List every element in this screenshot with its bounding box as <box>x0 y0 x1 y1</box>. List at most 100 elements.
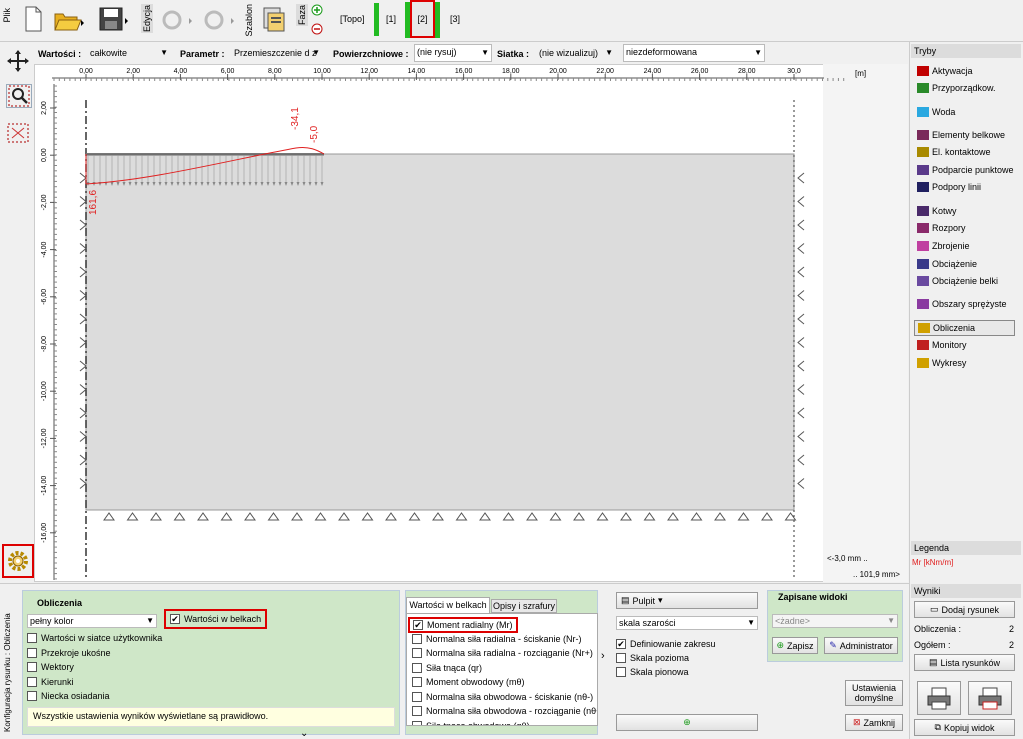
settings-icon[interactable] <box>2 544 34 578</box>
mode-item-13[interactable]: Obliczenia <box>914 320 1015 336</box>
zoom-extents-icon[interactable] <box>6 122 30 144</box>
save-view-button[interactable]: ⊕ Zapisz <box>772 637 818 654</box>
zoom-icon[interactable] <box>6 84 32 108</box>
calc-option-label: Wartości w siatce użytkownika <box>41 633 163 643</box>
parameter-dropdown[interactable]: Przemieszczenie d z ▼ <box>231 46 323 60</box>
checkbox-unchecked <box>616 667 626 677</box>
add-phase-icon[interactable] <box>310 3 324 17</box>
mode-item-11[interactable]: Obciążenie belki <box>917 276 998 286</box>
beam-option-checkbox[interactable]: Normalna siła obwodowa - ściskanie (nθ-) <box>412 691 593 702</box>
save-file-icon[interactable] <box>96 4 132 34</box>
values-dropdown[interactable]: całkowite ▼ <box>87 46 171 60</box>
add-legend-button[interactable]: ⊕ <box>616 714 758 731</box>
calc-option-checkbox[interactable]: Przekroje ukośne <box>27 647 111 658</box>
edit-menu-label[interactable]: Edycja <box>141 4 153 34</box>
print-button[interactable] <box>917 681 961 715</box>
mode-item-1[interactable]: Przyporządkow. <box>917 83 996 93</box>
beam-option-checkbox[interactable]: Moment obwodowy (mθ) <box>412 677 525 687</box>
copy-view-button[interactable]: ⧉ Kopiuj widok <box>914 719 1015 736</box>
scale-min-text: <-3,0 mm .. <box>827 554 868 563</box>
x-tick-label: 0,00 <box>79 68 93 75</box>
y-tick-label: 0,00 <box>41 148 48 162</box>
collapse-arrow-icon[interactable]: › <box>601 650 605 662</box>
template-menu-label[interactable]: Szablon <box>244 4 254 37</box>
vertical-scale-checkbox[interactable]: Skala pionowa <box>616 667 689 677</box>
checkbox-unchecked <box>27 662 37 672</box>
mode-item-12[interactable]: Obszary sprężyste <box>917 299 1007 309</box>
mode-item-0[interactable]: Aktywacja <box>917 66 973 76</box>
mode-item-5[interactable]: Podparcie punktowe <box>917 165 1014 175</box>
beam-option-checkbox[interactable]: Siła tnąca (qr) <box>412 662 482 673</box>
beam-icon <box>917 130 929 140</box>
mode-item-9[interactable]: Zbrojenie <box>917 241 970 251</box>
close-button[interactable]: ⊠ Zamknij <box>845 714 903 731</box>
tab-descriptions[interactable]: Opisy i szrafury <box>491 599 557 613</box>
remove-phase-icon[interactable] <box>310 22 324 36</box>
calc-option-checkbox[interactable]: Niecka osiadania <box>27 691 110 701</box>
tab-beam-values[interactable]: Wartości w belkach <box>406 597 490 613</box>
beam-option-checkbox[interactable]: Normalna siła radialna - ściskanie (Nr-) <box>412 633 582 644</box>
stage-tab-topo[interactable]: [Topo] <box>340 14 365 24</box>
mode-item-7[interactable]: Kotwy <box>917 206 957 216</box>
beam-values-checkbox[interactable]: ✔ Wartości w belkach <box>164 609 268 629</box>
bottom-pin-support <box>244 512 256 521</box>
y-tick-label: -14,00 <box>41 476 48 496</box>
deformation-dropdown[interactable]: niezdeformowana ▼ <box>623 44 765 62</box>
undo-icon[interactable] <box>158 6 196 34</box>
mode-item-14[interactable]: Monitory <box>917 340 967 350</box>
left-roller-support <box>79 431 87 442</box>
phase-menu-label[interactable]: Faza <box>296 4 308 27</box>
mode-item-6[interactable]: Podpory linii <box>917 182 981 192</box>
mode-label: Przyporządkow. <box>932 83 996 93</box>
surface-dropdown[interactable]: (nie rysuj) ▼ <box>414 44 492 62</box>
expand-chevron-icon[interactable]: ⌄ <box>300 728 308 739</box>
mesh-dropdown[interactable]: (nie wizualizuj) ▼ <box>536 46 616 60</box>
drawing-list-button[interactable]: ▤ Lista rysunków <box>914 654 1015 671</box>
beam-option-checkbox[interactable]: ✔ Moment radialny (Mr) <box>408 617 518 633</box>
mode-item-15[interactable]: Wykresy <box>917 358 966 368</box>
canvas-svg: 0,00 2,00 4,00 6,00 8,00 10,00 12,00 14,00 16,00… <box>41 68 845 580</box>
beam-option-checkbox[interactable]: Normalna siła obwodowa - rozciąganie (nθ… <box>412 706 597 716</box>
color-scale-dropdown[interactable]: skala szarości ▼ <box>616 616 758 630</box>
mode-item-3[interactable]: Elementy belkowe <box>917 130 1005 140</box>
admin-icon: ✎ <box>829 640 837 650</box>
print-export-button[interactable] <box>968 681 1012 715</box>
pulpit-button[interactable]: ▤ Pulpit ▾ <box>616 592 758 609</box>
copy-icon: ⧉ <box>934 722 941 732</box>
left-roller-support <box>79 266 87 278</box>
chevron-down-icon: ▼ <box>312 48 320 57</box>
administrator-button[interactable]: ✎ Administrator <box>824 637 898 654</box>
checkbox-checked: ✔ <box>170 614 180 624</box>
mode-item-2[interactable]: Woda <box>917 107 955 117</box>
file-menu-label[interactable]: Plik <box>2 8 12 23</box>
left-roller-support <box>79 243 87 254</box>
beam-option-checkbox[interactable]: Normalna siła radialna - rozciąganie (Nr… <box>412 648 593 658</box>
move-icon[interactable] <box>6 50 30 72</box>
calc-option-checkbox[interactable]: Wartości w siatce użytkownika <box>27 633 162 643</box>
stage-tab-2[interactable]: [2] <box>410 0 435 38</box>
mode-label: Aktywacja <box>932 66 973 76</box>
x-tick-label: 18,00 <box>502 68 520 75</box>
calc-option-checkbox[interactable]: Wektory <box>27 662 74 672</box>
default-settings-button[interactable]: Ustawienia domyślne <box>845 680 903 706</box>
mode-item-10[interactable]: Obciążenie <box>917 259 977 269</box>
calc-option-checkbox[interactable]: Kierunki <box>27 676 74 687</box>
left-roller-support <box>79 337 87 348</box>
add-drawing-button[interactable]: ▭ Dodaj rysunek <box>914 601 1015 618</box>
color-mode-value: pełny kolor <box>30 616 74 626</box>
checkbox-unchecked <box>412 648 422 658</box>
y-tick-label: 2,00 <box>41 101 48 115</box>
mode-item-4[interactable]: El. kontaktowe <box>917 147 991 157</box>
template-icon[interactable] <box>260 4 288 34</box>
redo-icon[interactable] <box>200 6 238 34</box>
horizontal-scale-checkbox[interactable]: Skala pozioma <box>616 653 689 663</box>
saved-views-dropdown[interactable]: <żadne> ▼ <box>772 614 898 628</box>
new-file-icon[interactable] <box>20 4 46 34</box>
stage-tab-1[interactable]: [1] <box>386 14 396 24</box>
stage-tab-3[interactable]: [3] <box>450 14 460 24</box>
color-mode-dropdown[interactable]: pełny kolor ▼ <box>27 614 157 628</box>
range-checkbox[interactable]: ✔ Definiowanie zakresu <box>616 639 716 649</box>
beam-option-checkbox[interactable]: Siła tnąca obwodowa (qθ) <box>412 720 530 725</box>
mode-item-8[interactable]: Rozpory <box>917 223 966 233</box>
open-file-icon[interactable] <box>52 4 88 34</box>
